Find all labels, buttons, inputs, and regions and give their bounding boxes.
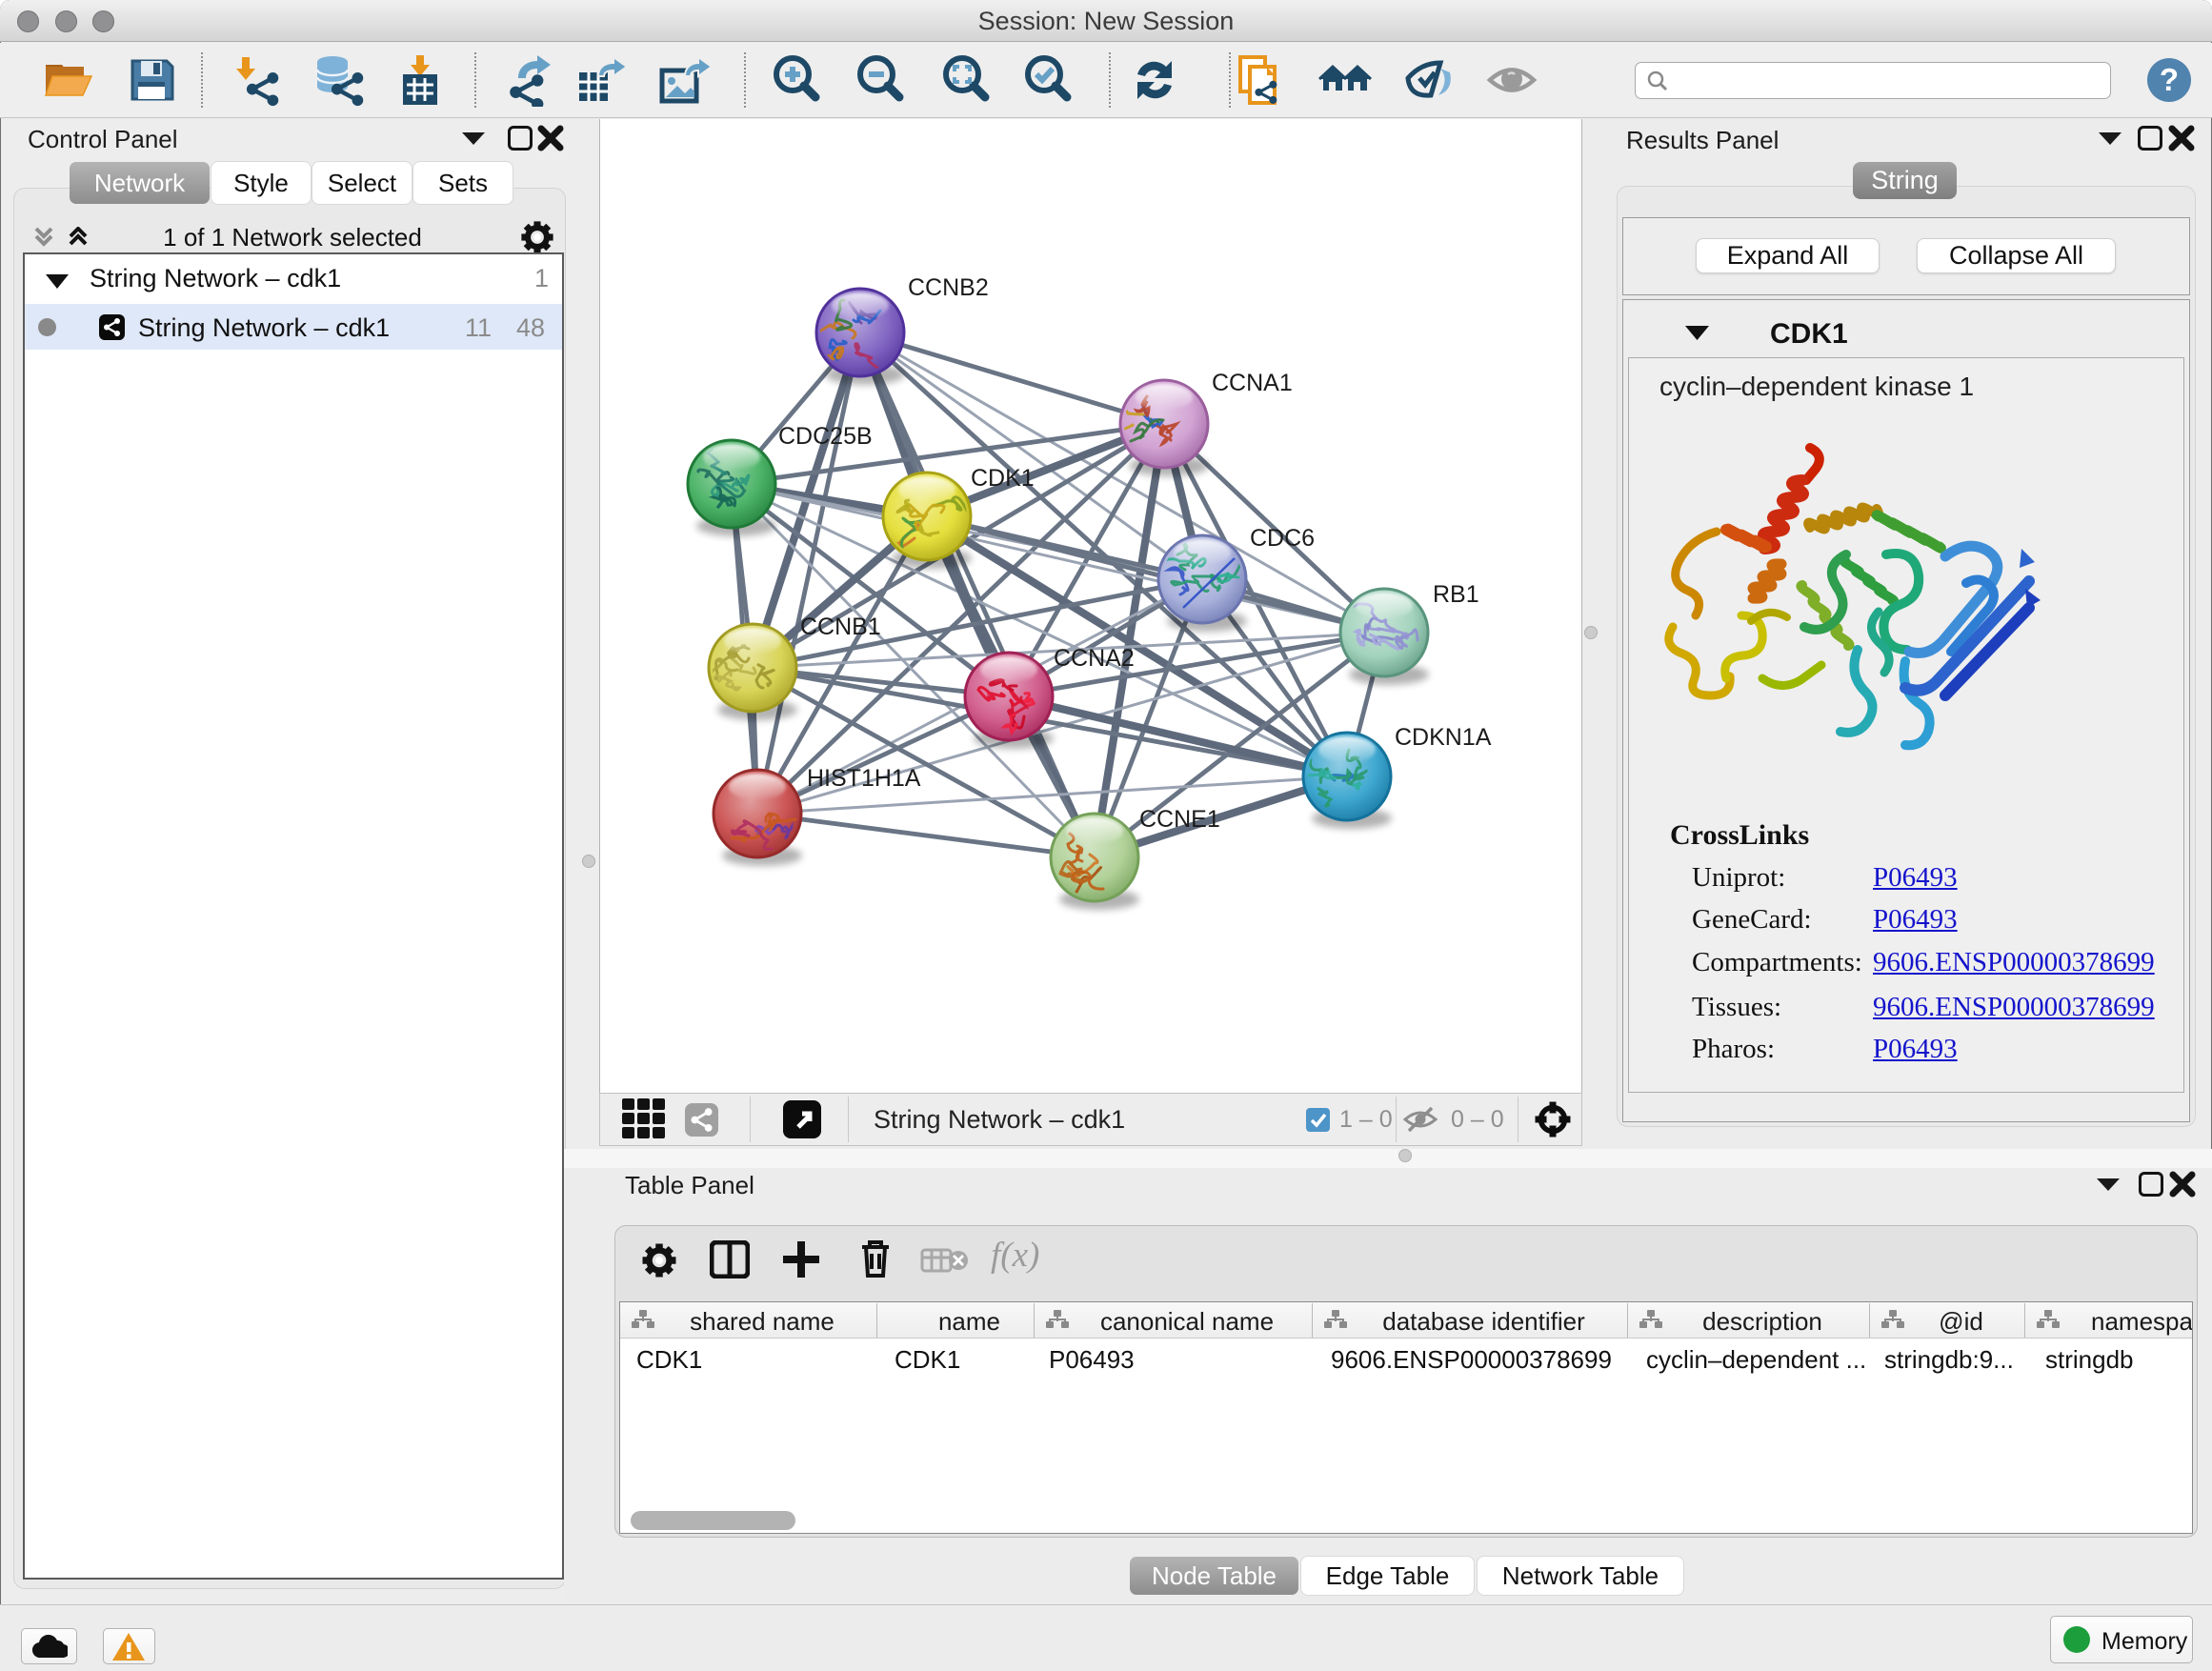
svg-text:CDC25B: CDC25B <box>778 423 873 450</box>
svg-text:CCNA2: CCNA2 <box>1054 645 1135 672</box>
svg-text:RB1: RB1 <box>1433 581 1479 608</box>
svg-text:CCNB2: CCNB2 <box>908 274 989 301</box>
svg-text:CDK1: CDK1 <box>971 465 1035 492</box>
svg-text:CCNE1: CCNE1 <box>1139 806 1220 833</box>
svg-text:CDC6: CDC6 <box>1250 525 1315 552</box>
svg-text:CCNA1: CCNA1 <box>1212 370 1293 396</box>
svg-text:CDKN1A: CDKN1A <box>1395 724 1492 751</box>
svg-text:CCNB1: CCNB1 <box>800 614 881 640</box>
svg-text:HIST1H1A: HIST1H1A <box>807 765 921 792</box>
